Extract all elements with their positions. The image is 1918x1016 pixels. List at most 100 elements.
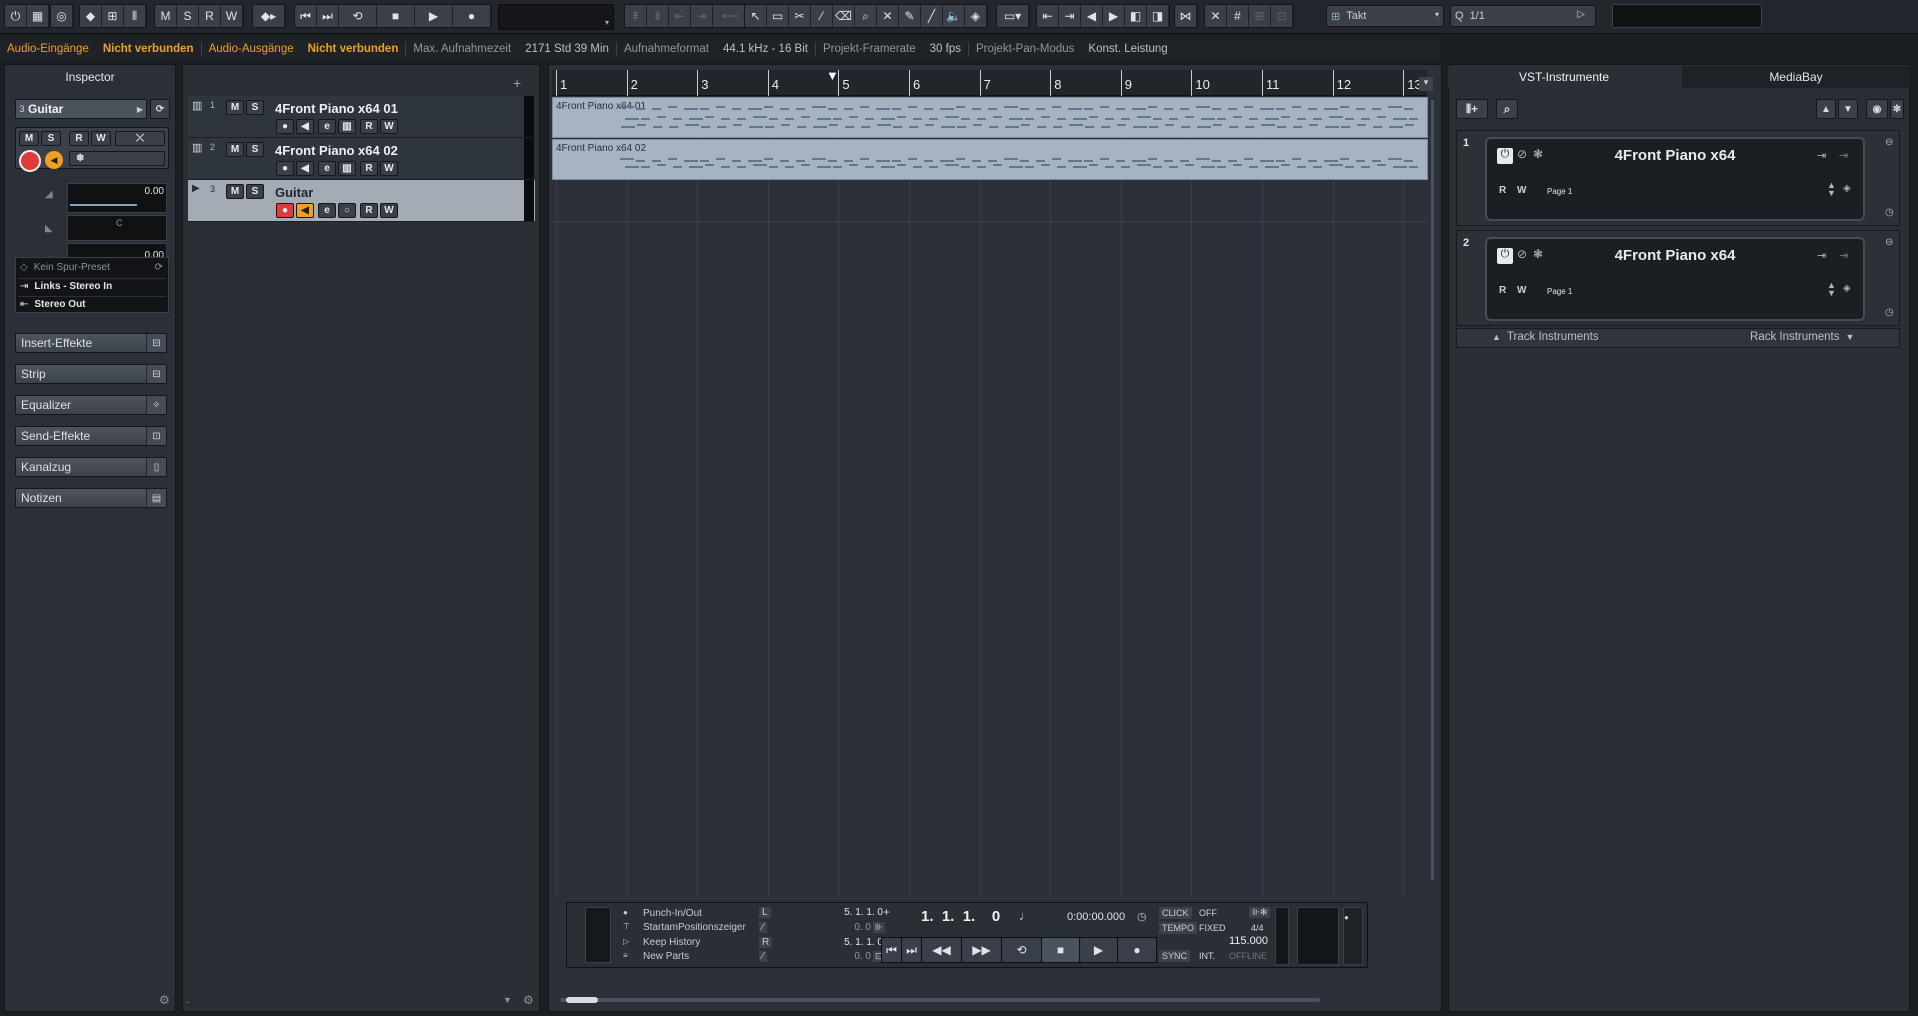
track-row-selected[interactable]: ▶ 3 M S Guitar ● ◀ e ○ R W <box>188 180 535 222</box>
nudge-down-icon[interactable]: ⇟ <box>647 5 669 27</box>
read-button[interactable]: R <box>1499 285 1506 296</box>
solo-mode-button[interactable]: S <box>177 5 199 27</box>
snap-icon[interactable]: ✕ <box>1205 5 1227 27</box>
input-icon[interactable]: ⇥ <box>1817 149 1826 162</box>
go-to-start-icon[interactable]: ⏮ <box>295 5 317 27</box>
section-notes[interactable]: Notizen ▤ <box>15 488 167 508</box>
event-end-icon[interactable]: ◨ <box>1147 5 1169 27</box>
track-solo-button[interactable]: S <box>246 100 264 115</box>
track-write-button[interactable]: W <box>380 119 398 134</box>
grid-relative-icon[interactable]: ⊞ <box>1249 5 1271 27</box>
inspector-track-header[interactable]: 3 Guitar ▶ <box>15 99 147 119</box>
zoom-tool-icon[interactable]: ⌕ <box>855 5 877 27</box>
inspector-solo-button[interactable]: S <box>41 131 61 146</box>
horizontal-scrollbar[interactable] <box>560 998 1320 1002</box>
right-locator-icon[interactable]: R <box>759 937 773 948</box>
track-record-icon[interactable]: ● <box>276 119 294 134</box>
framerate-value[interactable]: 30 fps <box>923 43 968 55</box>
quantize-dropdown[interactable]: Q 1/1 ▷ <box>1450 5 1596 27</box>
add-icon[interactable]: + <box>883 905 890 919</box>
expand-icon[interactable]: ⊖ <box>1885 137 1893 148</box>
page-label[interactable]: Page 1 <box>1547 187 1572 196</box>
section-insert-effects[interactable]: Insert-Effekte ⊟ <box>15 333 167 353</box>
position-display[interactable]: 1. 1. 1. 0 <box>921 908 1000 925</box>
track-row[interactable]: ▥ 2 M S 4Front Piano x64 02 ● ◀ e ▥ R W <box>188 138 535 180</box>
section-strip[interactable]: Strip ⊟ <box>15 364 167 384</box>
event-start-icon[interactable]: ◧ <box>1125 5 1147 27</box>
rack-instruments-toggle[interactable]: Rack Instruments ▼ <box>1750 331 1854 343</box>
marker-dropdown[interactable]: ▾ <box>498 4 614 30</box>
click-value[interactable]: OFF <box>1199 908 1217 918</box>
routing-icon[interactable]: ⊞ <box>102 5 124 27</box>
right-locator-value[interactable]: 5. 1. 1. 0 <box>777 937 883 948</box>
glue-tool-icon[interactable]: ⁄ <box>811 5 833 27</box>
sync-label[interactable]: SYNC <box>1159 950 1191 962</box>
vertical-zoom-bar[interactable] <box>1431 100 1434 880</box>
output-icon[interactable]: ⇥ <box>1839 249 1848 262</box>
track-freeze-icon[interactable]: ○ <box>338 203 356 218</box>
track-read-button[interactable]: R <box>360 203 378 218</box>
mute-mode-button[interactable]: M <box>155 5 177 27</box>
instrument-rack[interactable]: ⏻ ⊘ ❃ 4Front Piano x64 ⇥ ⇥ R W Page 1 ▲ ▼… <box>1485 137 1865 221</box>
tempo-value[interactable]: 115.000 <box>1229 935 1268 947</box>
ruler-menu-icon[interactable]: ▾ <box>1419 77 1433 91</box>
gear-icon[interactable]: ⚙ <box>159 993 170 1007</box>
clock-icon[interactable]: ◷ <box>1885 307 1894 318</box>
pan-mode-value[interactable]: Konst. Leistung <box>1081 43 1174 55</box>
track-write-button[interactable]: W <box>380 203 398 218</box>
stop-icon[interactable]: ■ <box>1042 938 1080 962</box>
tempo-label[interactable]: TEMPO <box>1159 922 1198 934</box>
left-locator-icon[interactable]: L <box>759 907 771 918</box>
rec-format-label[interactable]: Aufnahmeformat <box>617 43 716 55</box>
section-equalizer[interactable]: Equalizer ✧ <box>15 395 167 415</box>
preset-row[interactable]: ◇ Kein Spur-Preset ⟳ <box>18 260 166 275</box>
scrollbar-thumb[interactable] <box>566 997 598 1003</box>
inspector-mute-button[interactable]: M <box>19 131 39 146</box>
go-to-end-icon[interactable]: ⏭ <box>902 938 922 962</box>
pan-mode-label[interactable]: Projekt-Pan-Modus <box>969 43 1081 55</box>
edit-icon[interactable]: ◆ <box>80 5 102 27</box>
framerate-label[interactable]: Projekt-Framerate <box>816 43 923 55</box>
ramp-icon[interactable]: ⁄ <box>759 951 767 962</box>
track-instrument-icon[interactable]: ▥ <box>338 161 356 176</box>
nudge-right-icon[interactable]: ⇥ <box>691 5 713 27</box>
inspector-read-button[interactable]: R <box>69 131 89 146</box>
inspector-freeze-icon[interactable]: ❄ <box>69 151 165 166</box>
scissors-tool-icon[interactable]: ✂ <box>789 5 811 27</box>
locate-next-icon[interactable]: ⇥ <box>1059 5 1081 27</box>
eraser-tool-icon[interactable]: ⌫ <box>833 5 855 27</box>
inspector-edit-button[interactable]: ⟳ <box>150 99 170 119</box>
grid-icon[interactable]: # <box>1227 5 1249 27</box>
output-routing-row[interactable]: ⇤ Stereo Out <box>18 296 166 311</box>
add-instrument-icon[interactable]: ⫴+ <box>1456 99 1488 119</box>
track-name[interactable]: Guitar <box>275 185 313 200</box>
record-icon[interactable]: ● <box>453 5 491 27</box>
output-icon[interactable]: ⇥ <box>1839 149 1848 162</box>
track-solo-button[interactable]: S <box>246 184 264 199</box>
track-mute-button[interactable]: M <box>226 142 244 157</box>
settings-icon[interactable]: ✻ <box>1890 99 1904 119</box>
audio-outputs-value[interactable]: Nicht verbunden <box>301 43 406 55</box>
metronome-icon[interactable]: ⊪✻ <box>1249 907 1271 918</box>
clock-icon[interactable]: ◷ <box>1885 207 1894 218</box>
preset-menu-icon[interactable]: ◉ <box>1866 99 1888 119</box>
new-parts-label[interactable]: New Parts <box>643 951 689 962</box>
range-tool-icon[interactable]: ▭ <box>767 5 789 27</box>
input-icon[interactable]: ⇥ <box>1817 249 1826 262</box>
nudge-left-icon[interactable]: ⇤ <box>669 5 691 27</box>
playhead-marker-icon[interactable]: ▼ <box>826 68 839 83</box>
inspector-record-enable-icon[interactable] <box>19 150 41 172</box>
track-monitor-icon[interactable]: ◀ <box>296 203 314 218</box>
color-menu-icon[interactable]: ▭▾ <box>997 5 1029 27</box>
read-button[interactable]: R <box>1499 185 1506 196</box>
expand-icon[interactable]: ⊖ <box>1885 237 1893 248</box>
pencil-tool-icon[interactable]: ✎ <box>899 5 921 27</box>
search-icon[interactable]: ⌕ <box>1496 99 1518 119</box>
rewind-icon[interactable]: ◀◀ <box>922 938 962 962</box>
go-to-end-icon[interactable]: ⏭ <box>317 5 339 27</box>
layout-icon[interactable]: ▦ <box>27 5 49 27</box>
track-name[interactable]: 4Front Piano x64 01 <box>275 101 398 116</box>
prev-icon[interactable]: ◀ <box>1081 5 1103 27</box>
track-write-button[interactable]: W <box>380 161 398 176</box>
start-position-label[interactable]: StartamPositionszeiger <box>643 922 746 933</box>
